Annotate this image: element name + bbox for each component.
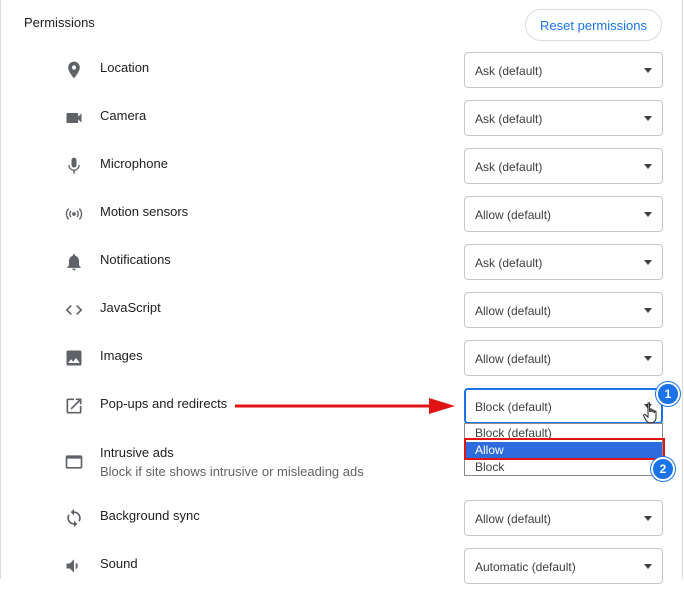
- select-value: Allow (default): [475, 352, 552, 366]
- permission-row-motion-sensors: Motion sensors Allow (default): [1, 190, 684, 238]
- image-icon: [62, 346, 86, 370]
- permission-label: Background sync: [100, 508, 200, 523]
- select-value: Allow (default): [475, 512, 552, 526]
- annotation-arrow-icon: [235, 398, 455, 414]
- select-value: Ask (default): [475, 64, 543, 78]
- permissions-panel: Permissions Reset permissions Location A…: [0, 0, 684, 584]
- location-select[interactable]: Ask (default): [464, 52, 663, 88]
- permission-row-microphone: Microphone Ask (default): [1, 142, 684, 190]
- permission-label: Location: [100, 60, 150, 75]
- select-value: Ask (default): [475, 256, 543, 270]
- permission-label: Microphone: [100, 156, 168, 171]
- speaker-icon: [62, 554, 86, 578]
- permission-label: Pop-ups and redirects: [100, 396, 228, 411]
- permission-label: Camera: [100, 108, 147, 123]
- popups-dropdown-list: Block (default) Allow Block: [464, 423, 663, 476]
- caret-down-icon: [644, 308, 652, 313]
- dropdown-option-allow[interactable]: Allow: [465, 442, 662, 459]
- permission-sublabel: Block if site shows intrusive or mislead…: [100, 464, 364, 479]
- location-pin-icon: [62, 58, 86, 82]
- select-value: Allow (default): [475, 304, 552, 318]
- bell-icon: [62, 250, 86, 274]
- notifications-select[interactable]: Ask (default): [464, 244, 663, 280]
- caret-down-icon: [644, 116, 652, 121]
- caret-down-icon: [644, 564, 652, 569]
- motion-sensors-icon: [62, 202, 86, 226]
- caret-down-icon: [644, 260, 652, 265]
- dropdown-option-block[interactable]: Block: [465, 459, 662, 476]
- permission-label: Motion sensors: [100, 204, 189, 219]
- images-select[interactable]: Allow (default): [464, 340, 663, 376]
- motion-sensors-select[interactable]: Allow (default): [464, 196, 663, 232]
- permission-row-camera: Camera Ask (default): [1, 94, 684, 142]
- permission-row-background-sync: Background sync Allow (default): [1, 494, 684, 542]
- code-icon: [62, 298, 86, 322]
- select-value: Ask (default): [475, 112, 543, 126]
- microphone-icon: [62, 154, 86, 178]
- permission-row-location: Location Ask (default): [1, 46, 684, 94]
- permission-label: Intrusive ads: [100, 445, 174, 460]
- dropdown-option-block-default[interactable]: Block (default): [465, 425, 662, 442]
- popups-select[interactable]: Block (default): [464, 388, 663, 424]
- permission-label: Notifications: [100, 252, 171, 267]
- permission-label: Images: [100, 348, 143, 363]
- javascript-select[interactable]: Allow (default): [464, 292, 663, 328]
- step-badge-2: 2: [651, 457, 675, 481]
- permission-row-sound: Sound Automatic (default): [1, 542, 684, 590]
- camera-icon: [62, 106, 86, 130]
- caret-down-icon: [644, 68, 652, 73]
- permission-label: JavaScript: [100, 300, 161, 315]
- permission-row-javascript: JavaScript Allow (default): [1, 286, 684, 334]
- section-title: Permissions: [24, 15, 95, 30]
- caret-down-icon: [644, 212, 652, 217]
- permission-label: Sound: [100, 556, 138, 571]
- permission-row-images: Images Allow (default): [1, 334, 684, 382]
- caret-down-icon: [644, 356, 652, 361]
- caret-down-icon: [644, 164, 652, 169]
- select-value: Block (default): [475, 400, 552, 414]
- select-value: Allow (default): [475, 208, 552, 222]
- hand-cursor-icon: [643, 402, 657, 424]
- permission-row-notifications: Notifications Ask (default): [1, 238, 684, 286]
- ad-window-icon: [62, 450, 86, 474]
- microphone-select[interactable]: Ask (default): [464, 148, 663, 184]
- select-value: Automatic (default): [475, 560, 576, 574]
- reset-permissions-button[interactable]: Reset permissions: [525, 9, 662, 41]
- select-value: Ask (default): [475, 160, 543, 174]
- background-sync-select[interactable]: Allow (default): [464, 500, 663, 536]
- external-link-icon: [62, 394, 86, 418]
- caret-down-icon: [644, 516, 652, 521]
- sync-icon: [62, 506, 86, 530]
- camera-select[interactable]: Ask (default): [464, 100, 663, 136]
